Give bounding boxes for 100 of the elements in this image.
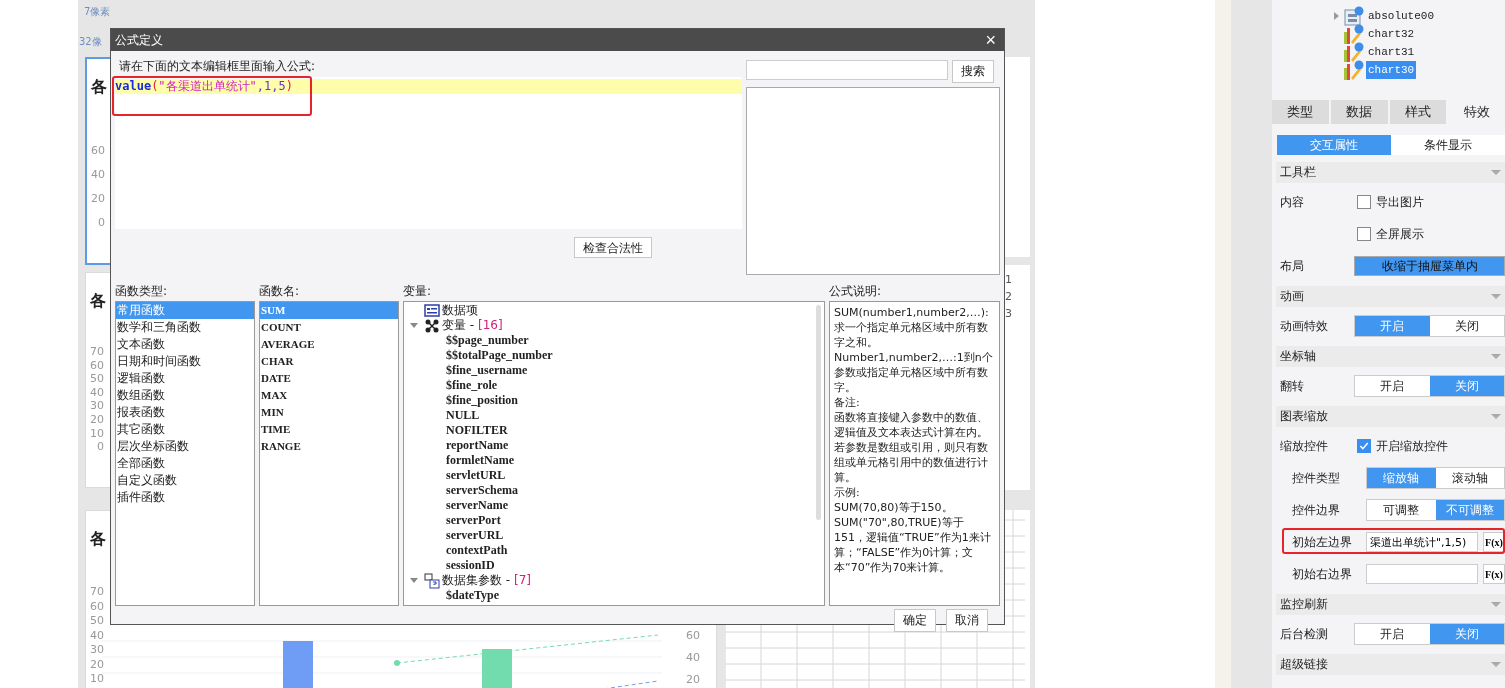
list-item[interactable]: 全部函数 [116,455,254,472]
axis-tick-label: 70 [90,345,104,358]
layout-dropdown[interactable]: 收缩于抽屉菜单内 [1354,256,1505,276]
axis-tick-label: 60 [91,144,105,157]
axis-tick-label: 40 [686,651,700,664]
tree-item[interactable]: 数据项 [442,303,478,318]
list-item[interactable]: 报表函数 [116,404,254,421]
axis-tick-label: 20 [90,657,104,671]
tree-item[interactable]: reportName [446,438,509,453]
tree-item[interactable]: serverPort [446,513,501,528]
chart-title: 各 [90,290,106,312]
field-label: 动画特效 [1280,317,1329,335]
tab[interactable]: 条件显示 [1391,135,1505,155]
section-header[interactable]: 监控刷新 [1276,594,1505,615]
tree-item[interactable]: $$totalPage_number [446,348,553,363]
axis-tick-label: 10 [90,672,104,685]
tree-item[interactable]: $fine_username [446,363,528,378]
section-header[interactable]: 动画 [1276,286,1505,307]
tree-item[interactable]: serverURL [446,528,504,543]
checkbox[interactable] [1357,439,1371,453]
section-header[interactable]: 图表缩放 [1276,406,1505,427]
axis-tick-label: 20 [686,673,700,686]
list-item[interactable]: 数组函数 [116,387,254,404]
tab[interactable]: 数据 [1330,100,1388,124]
section-header[interactable]: 工具栏 [1276,162,1505,183]
list-item[interactable]: 自定义函数 [116,472,254,489]
list-item[interactable]: CHAR [260,353,398,370]
tree-item[interactable]: absolute00 [1366,7,1436,25]
tree-item[interactable]: serverSchema [446,483,518,498]
row-number: 2 [1005,289,1012,305]
formula-button[interactable]: F(x) [1483,532,1505,552]
list-item[interactable]: 插件函数 [116,489,254,506]
checkbox[interactable] [1357,227,1371,241]
tab[interactable]: 样式 [1389,100,1447,124]
tree-item[interactable]: chart31 [1366,43,1417,61]
tree-item[interactable]: contextPath [446,543,508,558]
description-text: Number1,number2,…:1到n个参数或指定单元格区域中所有数字。 [834,350,994,395]
axis-tick-label: 50 [90,372,104,386]
formula-button[interactable]: F(x) [1483,564,1505,584]
cancel-button[interactable]: 取消 [946,609,988,632]
list-item[interactable]: COUNT [260,319,398,336]
spacing-label: 7像素 [84,6,111,18]
axis-tick-label: 30 [90,399,104,413]
checkbox-label[interactable]: 开启缩放控件 [1376,437,1448,455]
list-item[interactable]: 文本函数 [116,336,254,353]
formula-field[interactable]: 渠道出单统计",1,5) [1366,532,1478,552]
section-header[interactable]: 超级链接 [1276,654,1505,675]
axis-tick-label: 50 [90,614,104,627]
close-button[interactable]: × [981,31,1000,49]
check-button[interactable]: 检查合法性 [574,237,652,258]
tree-item[interactable]: NULL [446,408,480,423]
search-field[interactable] [746,60,949,80]
list-item[interactable]: 其它函数 [116,421,254,438]
field-label: 控件类型 [1292,469,1341,487]
tree-item[interactable]: $dateType [446,588,500,603]
description-text: SUM(number1,number2,…):求一个指定单元格区域中所有数字之和。 [834,305,990,350]
checkbox-label[interactable]: 全屏展示 [1376,225,1424,243]
tree-item[interactable]: NOFILTER [446,423,508,438]
checkbox[interactable] [1357,195,1371,209]
description-text: 函数将直接键入参数中的数值、逻辑值及文本表达式计算在内。若参数是数组或引用，则只有数组或单元格引用中的数值进行计算。 [834,410,989,485]
tree-item[interactable]: 变量 - [16] [442,318,503,333]
variable-icon [424,317,440,334]
axis-tick-label: 0 [97,440,104,454]
prompt-text: 请在下面的文本编辑框里面输入公式: [118,58,317,75]
tree-item[interactable]: $$page_number [446,333,529,348]
scrollbar[interactable] [816,305,821,520]
list-item[interactable]: TIME [260,421,398,438]
axis-tick-label: 10 [90,426,104,440]
ok-button[interactable]: 确定 [894,609,936,632]
formula-editor[interactable]: value("各渠道出单统计",1,5) [115,77,743,229]
row-number: 3 [1005,306,1012,322]
list-item[interactable]: DATE [260,370,398,387]
tree-item[interactable]: 数据集参数 - [7] [442,573,531,588]
list-item[interactable]: AVERAGE [260,336,398,353]
list-item[interactable]: 层次坐标函数 [116,438,254,455]
list-item[interactable]: RANGE [260,438,398,455]
list-item[interactable]: MAX [260,387,398,404]
list-item[interactable]: 日期和时间函数 [116,353,254,370]
caret-right-icon[interactable] [1333,12,1339,20]
tree-item[interactable]: chart32 [1366,25,1417,43]
tree-item[interactable]: serverName [446,498,508,513]
section-title: 坐标轴 [1280,348,1316,365]
search-button[interactable]: 搜索 [952,60,995,83]
list-item[interactable]: MIN [260,404,398,421]
formula-field[interactable] [1366,564,1478,584]
tree-item[interactable]: $fine_position [446,393,518,408]
tree-item[interactable]: servletURL [446,468,506,483]
row-number: 1 [1005,272,1012,288]
caret-down-icon[interactable] [410,323,418,328]
checkbox-label[interactable]: 导出图片 [1376,193,1424,211]
list-item[interactable]: 逻辑函数 [116,370,254,387]
caret-down-icon[interactable] [410,578,418,583]
list-item[interactable]: 数学和三角函数 [116,319,254,336]
axis-tick-label: 70 [90,585,104,598]
tree-item[interactable]: $fine_role [446,378,498,393]
tree-item[interactable]: sessionID [446,558,495,573]
description-text: 示例: [834,485,861,500]
tree-item[interactable]: formletName [446,453,514,468]
section-header[interactable]: 坐标轴 [1276,346,1505,367]
tab[interactable]: 类型 [1272,100,1329,124]
